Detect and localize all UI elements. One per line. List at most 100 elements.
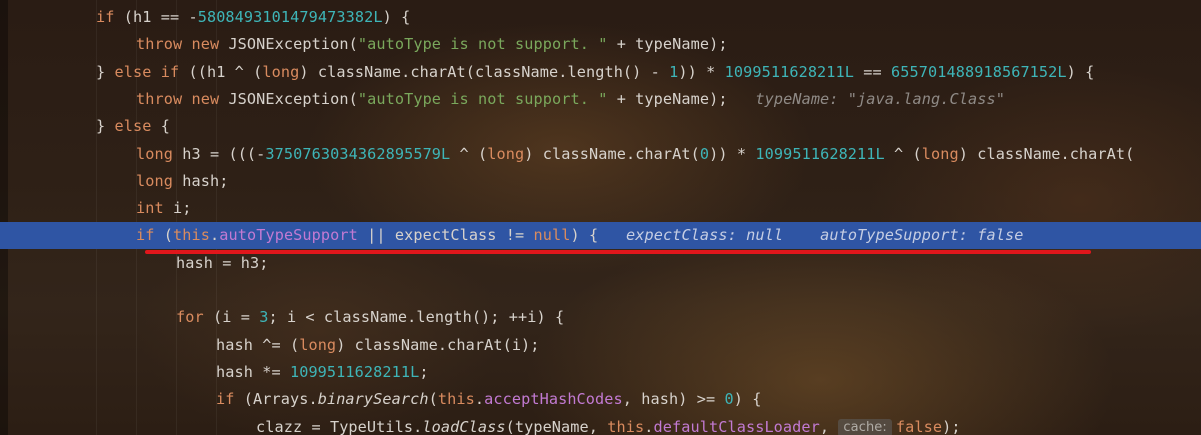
code-token: i; <box>163 199 192 218</box>
code-token: JSONException( <box>228 89 358 108</box>
code-token: 5808493101479473382L <box>197 8 383 26</box>
code-token: if <box>216 390 235 409</box>
code-token: if <box>136 226 155 245</box>
red-annotation-underline <box>145 250 1091 254</box>
code-line[interactable]: } else { <box>0 113 1201 140</box>
code-token: ( <box>428 390 438 409</box>
code-line[interactable]: if (h1 == -5808493101479473382L) { <box>0 4 1201 31</box>
code-token: ) { <box>733 390 762 409</box>
code-line[interactable]: int i; <box>0 195 1201 222</box>
code-token: long <box>299 335 337 354</box>
code-line[interactable]: hash ^= (long) className.charAt(i); <box>0 332 1201 359</box>
code-text: long h3 = (((-3750763034362895579L ^ (lo… <box>136 141 1134 168</box>
code-token: "autoType is not support. " <box>357 35 608 54</box>
code-token: 1099511628211L <box>289 362 420 381</box>
code-token: long <box>136 144 173 163</box>
code-text: throw new JSONException("autoType is not… <box>136 86 1005 113</box>
code-line[interactable]: long h3 = (((-3750763034362895579L ^ (lo… <box>0 141 1201 168</box>
code-text: if (Arrays.binarySearch(this.acceptHashC… <box>216 386 761 413</box>
code-line[interactable]: long hash; <box>0 168 1201 195</box>
code-text: if (h1 == -5808493101479473382L) { <box>96 4 410 31</box>
code-token: this <box>607 417 645 435</box>
code-token: || expectClass != <box>357 226 534 245</box>
parameter-hint: cache: <box>838 418 892 435</box>
code-token: "autoType is not support. " <box>357 89 608 108</box>
inline-debug-value: typeName: "java.lang.Class" <box>727 89 1005 108</box>
code-token: 0 <box>699 144 710 163</box>
code-token: false <box>895 417 943 435</box>
code-token: ) { <box>570 226 599 245</box>
code-token: (h1 == - <box>114 8 198 26</box>
code-token: + typeName); <box>607 35 728 54</box>
code-token: long <box>487 144 525 163</box>
code-text: } else { <box>96 113 170 140</box>
code-token: long <box>921 144 959 163</box>
code-line[interactable]: for (i = 3; i < className.length(); ++i)… <box>0 304 1201 331</box>
code-token: throw new <box>136 89 229 108</box>
code-token: hash ^= ( <box>216 335 300 354</box>
code-token: loadClass <box>422 417 506 435</box>
code-token: )) * <box>678 62 725 81</box>
code-token: , hash) >= <box>622 390 725 409</box>
code-text: clazz = TypeUtils.loadClass(typeName, th… <box>256 414 961 435</box>
code-token: long <box>262 62 300 81</box>
code-token: else <box>114 117 152 136</box>
code-token: ^ ( <box>450 144 488 163</box>
code-text: if (this.autoTypeSupport || expectClass … <box>136 222 1023 249</box>
code-text: for (i = 3; i < className.length(); ++i)… <box>176 304 564 331</box>
code-text: hash *= 1099511628211L; <box>216 359 429 386</box>
code-token: hash *= <box>216 362 290 381</box>
code-token: )) * <box>709 144 756 163</box>
code-token: ; <box>419 362 429 381</box>
code-token: . <box>209 226 220 245</box>
code-line[interactable]: } else if ((h1 ^ (long) className.charAt… <box>0 59 1201 86</box>
code-token: h3 = (((- <box>172 144 266 163</box>
code-token: if <box>96 8 115 26</box>
code-token: hash = h3; <box>176 253 269 272</box>
code-text: } else if ((h1 ^ (long) className.charAt… <box>96 59 1094 86</box>
code-text: long hash; <box>136 168 228 195</box>
code-line[interactable]: clazz = TypeUtils.loadClass(typeName, th… <box>0 414 1201 435</box>
code-token: clazz = TypeUtils. <box>256 417 423 435</box>
code-token: ( <box>154 226 173 245</box>
code-token: . <box>474 390 485 409</box>
code-token: ) className.charAt(i); <box>336 335 540 354</box>
code-token: + typeName); <box>607 89 728 108</box>
code-line[interactable] <box>0 277 1201 304</box>
code-token: long <box>136 171 173 190</box>
code-token: ((h1 ^ ( <box>179 62 263 81</box>
code-token: 1099511628211L <box>724 62 855 81</box>
code-token: ) className.charAt( <box>958 144 1135 163</box>
code-token: . <box>644 417 654 435</box>
code-token: throw new <box>136 35 229 54</box>
code-token: 1099511628211L <box>755 144 885 163</box>
code-token: JSONException( <box>228 35 358 54</box>
code-line[interactable]: throw new JSONException("autoType is not… <box>0 86 1201 113</box>
code-token: ); <box>942 417 961 435</box>
code-text: int i; <box>136 195 191 222</box>
code-line[interactable]: if (Arrays.binarySearch(this.acceptHashC… <box>0 386 1201 413</box>
code-text: throw new JSONException("autoType is not… <box>136 31 728 58</box>
code-token: null <box>533 226 571 245</box>
code-token: ^ ( <box>884 144 922 163</box>
code-token: autoTypeSupport <box>219 226 358 245</box>
code-token: this <box>437 390 475 409</box>
code-token: defaultClassLoader <box>653 417 820 435</box>
code-line[interactable]: throw new JSONException("autoType is not… <box>0 31 1201 58</box>
code-token: == <box>854 62 892 81</box>
code-token: (typeName, <box>505 417 608 435</box>
code-token: { <box>151 117 170 136</box>
code-token: acceptHashCodes <box>484 390 623 409</box>
code-token: 655701488918567152L <box>891 62 1067 81</box>
code-token: ) { <box>382 8 411 26</box>
code-token: ; i < className.length(); ++i) { <box>268 308 565 327</box>
code-line[interactable]: hash *= 1099511628211L; <box>0 359 1201 386</box>
code-token: } <box>96 117 115 136</box>
code-token: (i = <box>203 308 260 327</box>
code-token: ) className.charAt( <box>524 144 700 163</box>
code-token: else if <box>114 62 180 81</box>
code-text: hash ^= (long) className.charAt(i); <box>216 332 540 359</box>
current-execution-line[interactable]: if (this.autoTypeSupport || expectClass … <box>0 222 1201 250</box>
code-token: binarySearch <box>317 390 429 409</box>
code-token: this <box>173 226 210 245</box>
